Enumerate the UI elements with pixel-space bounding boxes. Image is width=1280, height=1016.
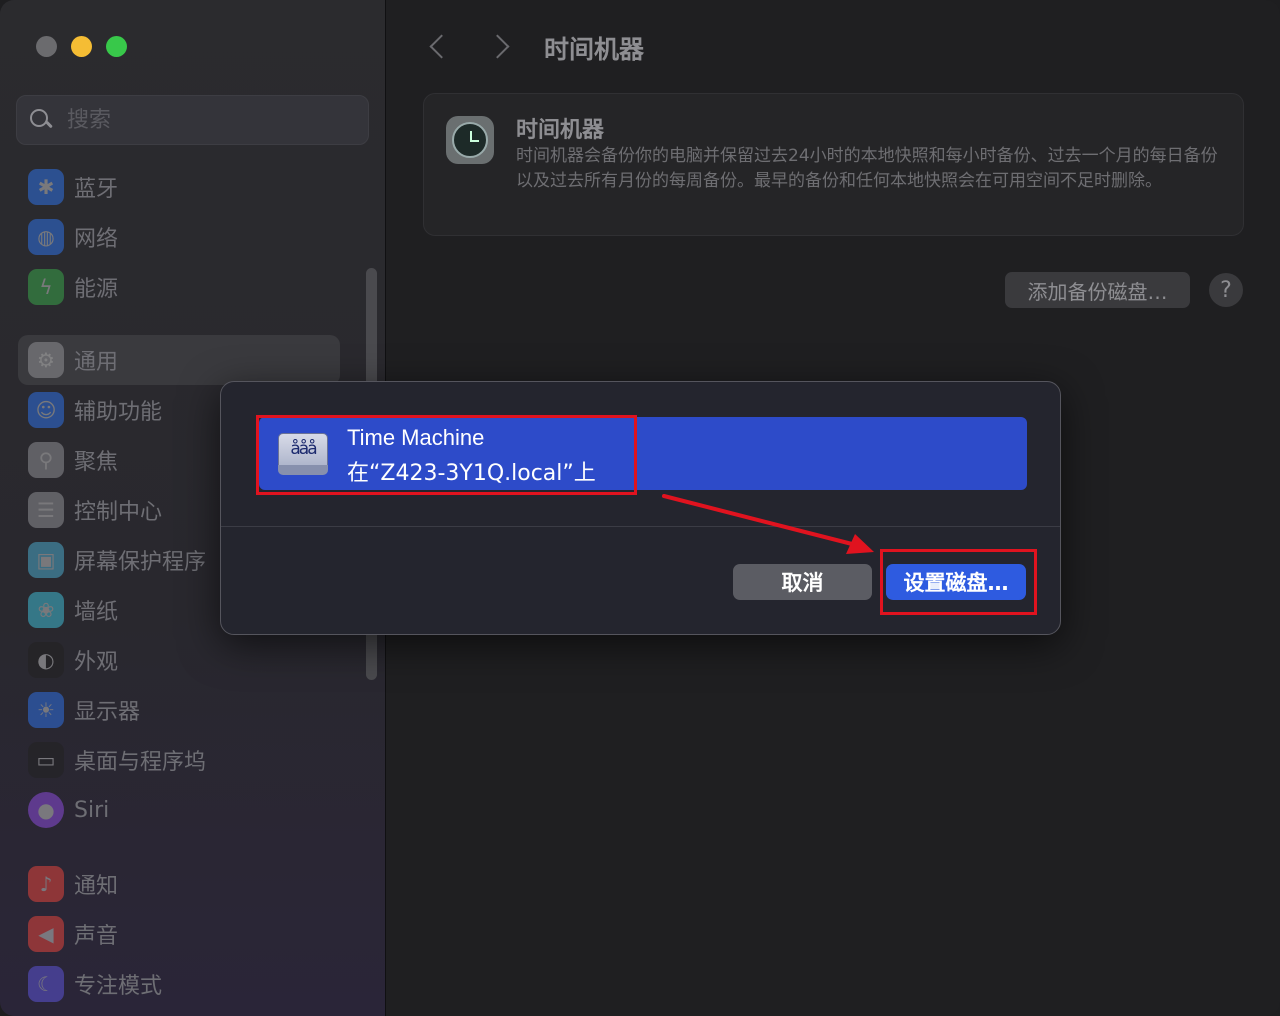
screensaver-icon: ▣ (28, 542, 64, 578)
sidebar-item-label: 能源 (74, 277, 119, 302)
accessibility-icon: ☺ (28, 392, 64, 428)
forward-button[interactable] (487, 30, 515, 62)
sidebar-item-energy[interactable]: ϟ 能源 (28, 266, 118, 308)
cancel-button[interactable]: 取消 (733, 564, 872, 600)
gear-icon: ⚙ (28, 342, 64, 378)
sidebar-item-appearance[interactable]: ◐ 外观 (28, 639, 118, 681)
sidebar-item-label: 通知 (74, 874, 119, 899)
sidebar-item-label: 通用 (74, 350, 119, 375)
globe-icon: ◍ (28, 219, 64, 255)
sidebar-item-label: 声音 (74, 924, 119, 949)
time-machine-info-card: 时间机器 时间机器会备份你的电脑并保留过去24小时的本地快照和每小时备份、过去一… (423, 93, 1244, 236)
close-window-button[interactable] (36, 36, 57, 57)
search-field[interactable] (16, 95, 369, 145)
card-description: 时间机器会备份你的电脑并保留过去24小时的本地快照和每小时备份、过去一个月的每日… (516, 146, 1218, 191)
back-button[interactable] (425, 30, 453, 62)
sidebar-item-label: 聚焦 (74, 450, 119, 475)
sidebar-item-focus[interactable]: ☾ 专注模式 (28, 963, 162, 1005)
siri-icon: ● (28, 792, 64, 828)
sun-icon: ☀ (28, 692, 64, 728)
sidebar-item-label: Siri (74, 797, 110, 823)
search-icon (29, 108, 53, 132)
bell-icon: ♪ (28, 866, 64, 902)
magnifier-icon: ⚲ (28, 442, 64, 478)
sidebar-item-label: 屏幕保护程序 (74, 550, 207, 575)
sidebar-item-spotlight[interactable]: ⚲ 聚焦 (28, 439, 118, 481)
sidebar-item-displays[interactable]: ☀ 显示器 (28, 689, 140, 731)
sidebar-item-label: 桌面与程序坞 (74, 750, 207, 775)
sidebar-item-control-center[interactable]: ☰ 控制中心 (28, 489, 162, 531)
sidebar-item-label: 蓝牙 (74, 177, 119, 202)
sidebar-item-notifications[interactable]: ♪ 通知 (28, 863, 118, 905)
sidebar-item-label: 控制中心 (74, 500, 163, 525)
flower-icon: ❀ (28, 592, 64, 628)
add-backup-disk-button[interactable]: 添加备份磁盘… (1005, 272, 1190, 308)
card-title: 时间机器 (516, 118, 605, 143)
annotation-highlight-disk (256, 415, 637, 495)
sidebar-item-label: 墙纸 (74, 600, 119, 625)
sidebar-item-sound[interactable]: ◀ 声音 (28, 913, 118, 955)
sidebar-item-label: 专注模式 (74, 974, 163, 999)
sidebar-item-general[interactable]: ⚙ 通用 (28, 339, 118, 381)
sidebar-item-screensaver[interactable]: ▣ 屏幕保护程序 (28, 539, 206, 581)
maximize-window-button[interactable] (106, 36, 127, 57)
sidebar-item-siri[interactable]: ● Siri (28, 789, 109, 831)
toggles-icon: ☰ (28, 492, 64, 528)
sidebar-item-network[interactable]: ◍ 网络 (28, 216, 118, 258)
annotation-arrow (662, 494, 874, 554)
time-machine-icon (446, 116, 494, 164)
sidebar-item-label: 辅助功能 (74, 400, 163, 425)
page-title: 时间机器 (544, 35, 645, 64)
traffic-lights (36, 36, 127, 57)
help-button[interactable]: ? (1209, 273, 1243, 307)
bluetooth-icon: ✱ (28, 169, 64, 205)
settings-window: ✱ 蓝牙 ◍ 网络 ϟ 能源 ⚙ 通用 ☺ 辅助功能 ⚲ 聚焦 ☰ 控制中心 ▣ (0, 0, 1280, 1016)
annotation-highlight-setup (880, 549, 1037, 615)
sidebar-item-label: 网络 (74, 227, 119, 252)
sidebar-item-desktop-dock[interactable]: ▭ 桌面与程序坞 (28, 739, 206, 781)
dock-icon: ▭ (28, 742, 64, 778)
speaker-icon: ◀ (28, 916, 64, 952)
sidebar-item-label: 外观 (74, 650, 119, 675)
sidebar-item-accessibility[interactable]: ☺ 辅助功能 (28, 389, 162, 431)
sidebar-item-label: 显示器 (74, 700, 141, 725)
moon-icon: ☾ (28, 966, 64, 1002)
sidebar-item-bluetooth[interactable]: ✱ 蓝牙 (28, 166, 118, 208)
appearance-icon: ◐ (28, 642, 64, 678)
sidebar-item-wallpaper[interactable]: ❀ 墙纸 (28, 589, 118, 631)
dialog-divider (221, 526, 1060, 527)
search-input[interactable] (67, 107, 347, 133)
minimize-window-button[interactable] (71, 36, 92, 57)
bolt-icon: ϟ (28, 269, 64, 305)
